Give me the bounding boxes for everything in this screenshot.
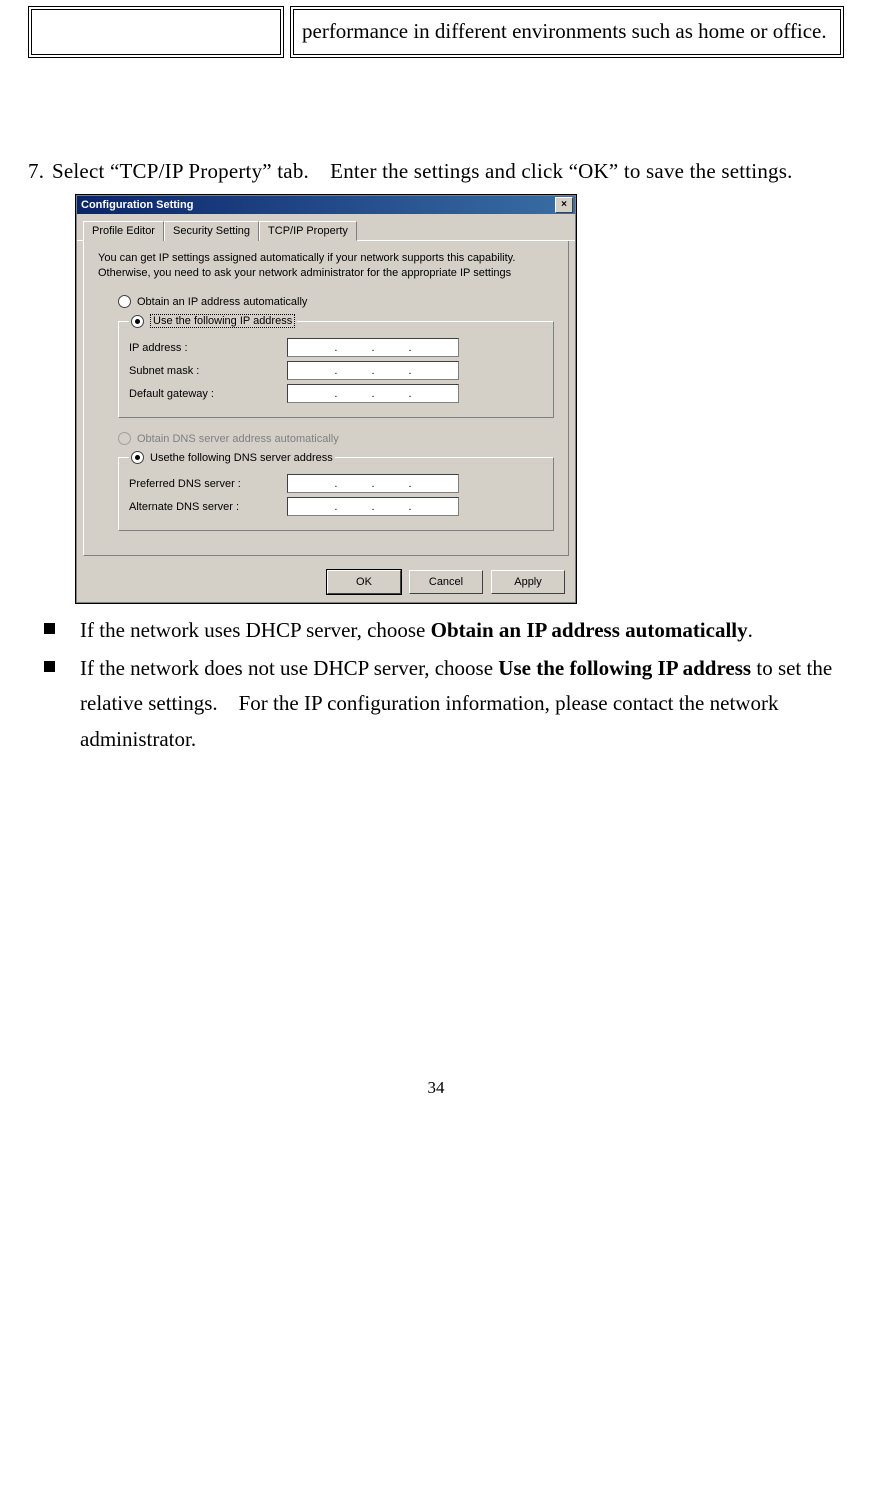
label-ip-address: IP address : (129, 342, 279, 354)
tab-security-setting[interactable]: Security Setting (164, 221, 259, 241)
input-default-gateway[interactable]: ... (287, 384, 459, 403)
tab-profile-editor[interactable]: Profile Editor (83, 221, 164, 241)
input-ip-address[interactable]: ... (287, 338, 459, 357)
cancel-button[interactable]: Cancel (409, 570, 483, 594)
radio-label: Obtain DNS server address automatically (137, 433, 339, 445)
tab-strip: Profile Editor Security Setting TCP/IP P… (77, 214, 575, 241)
ok-button[interactable]: OK (327, 570, 401, 594)
configuration-setting-dialog: Configuration Setting × Profile Editor S… (76, 195, 576, 603)
radio-icon (131, 315, 144, 328)
page-number: 34 (22, 1078, 850, 1098)
group-static-ip: Use the following IP address IP address … (118, 314, 554, 418)
bullet-dhcp: If the network uses DHCP server, choose … (80, 613, 850, 649)
radio-obtain-dns-auto: Obtain DNS server address automatically (118, 432, 554, 445)
radio-icon (131, 451, 144, 464)
top-note-right-cell: performance in different environments su… (290, 6, 844, 58)
radio-use-following-ip[interactable]: Use the following IP address (131, 314, 295, 328)
dialog-titlebar: Configuration Setting × (77, 196, 575, 214)
label-preferred-dns: Preferred DNS server : (129, 478, 279, 490)
input-alternate-dns[interactable]: ... (287, 497, 459, 516)
group-static-dns: Usethe following DNS server address Pref… (118, 451, 554, 531)
top-note-table: performance in different environments su… (22, 0, 850, 64)
input-subnet-mask[interactable]: ... (287, 361, 459, 380)
step-7: 7.Select “TCP/IP Property” tab. Enter th… (22, 154, 850, 190)
radio-obtain-ip-auto[interactable]: Obtain an IP address automatically (118, 295, 554, 308)
radio-label: Use the following IP address (150, 314, 295, 328)
radio-use-following-dns[interactable]: Usethe following DNS server address (131, 451, 333, 464)
input-preferred-dns[interactable]: ... (287, 474, 459, 493)
tab-tcpip-property[interactable]: TCP/IP Property (259, 221, 357, 241)
tcpip-tab-pane: You can get IP settings assigned automat… (83, 241, 569, 556)
dialog-button-bar: OK Cancel Apply (77, 562, 575, 602)
label-alternate-dns: Alternate DNS server : (129, 501, 279, 513)
label-default-gateway: Default gateway : (129, 388, 279, 400)
top-note-left-cell (28, 6, 284, 58)
radio-icon (118, 432, 131, 445)
radio-label: Obtain an IP address automatically (137, 296, 307, 308)
dialog-title: Configuration Setting (81, 199, 193, 211)
bullet-static: If the network does not use DHCP server,… (80, 651, 850, 758)
tcpip-description: You can get IP settings assigned automat… (98, 251, 554, 281)
radio-icon (118, 295, 131, 308)
apply-button[interactable]: Apply (491, 570, 565, 594)
step-text: Select “TCP/IP Property” tab. Enter the … (52, 159, 793, 183)
label-subnet-mask: Subnet mask : (129, 365, 279, 377)
step-number: 7. (28, 154, 52, 190)
radio-label: Usethe following DNS server address (150, 452, 333, 464)
close-icon[interactable]: × (555, 197, 573, 213)
